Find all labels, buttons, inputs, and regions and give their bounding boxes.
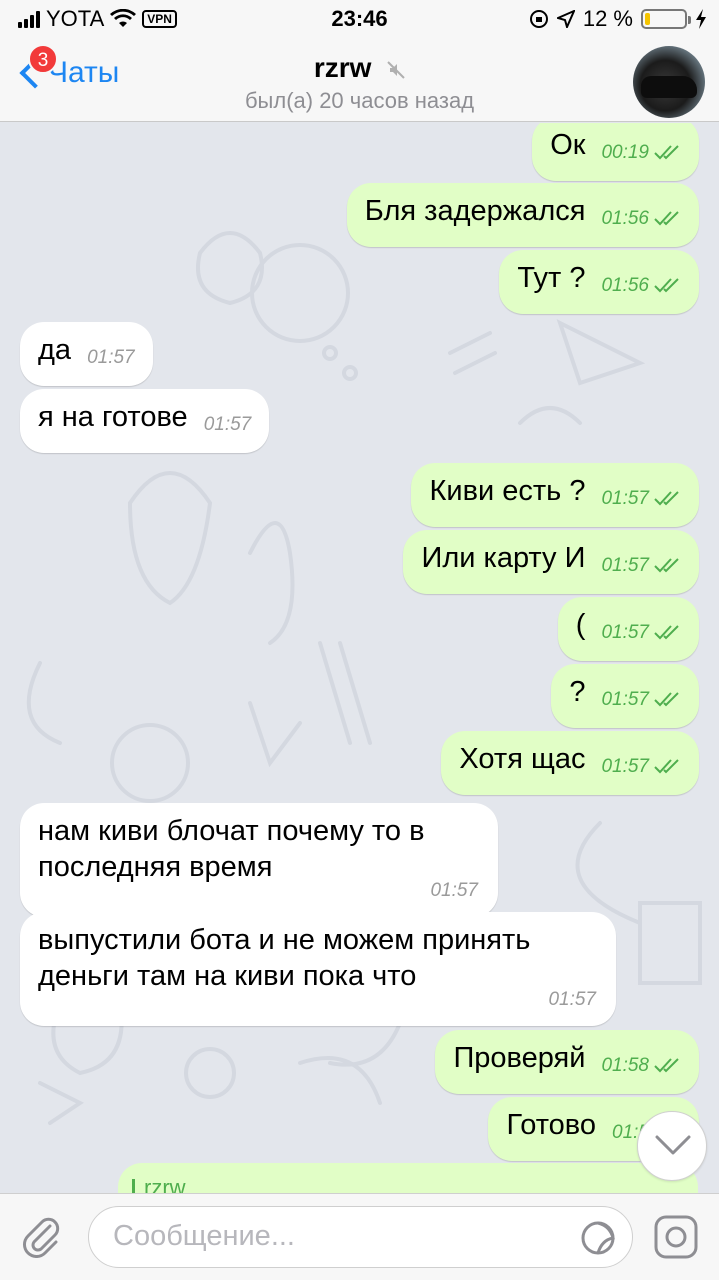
paperclip-icon[interactable] [20, 1216, 62, 1258]
message-time: 01:57 [601, 548, 681, 584]
message-text: Бля задержался [364, 195, 586, 227]
message-time-text: 01:57 [548, 989, 596, 1010]
double-check-icon [654, 145, 679, 160]
message-time-text: 01:56 [601, 275, 649, 296]
outgoing-message[interactable]: Хотя щас 01:57 [441, 731, 699, 795]
double-check-icon [654, 211, 679, 226]
double-check-icon [654, 491, 679, 506]
orientation-lock-icon [529, 10, 548, 28]
outgoing-message[interactable]: ? 01:57 [551, 664, 699, 728]
outgoing-message[interactable]: Бля задержался 01:56 [346, 183, 699, 247]
message-time: 01:56 [601, 201, 681, 237]
incoming-message[interactable]: я на готове 01:57 [20, 389, 270, 453]
message-text: Или карту И [421, 542, 586, 574]
message-time: 01:57 [601, 481, 681, 517]
message-time-text: 01:57 [203, 414, 252, 435]
message-text: Тут ? [517, 262, 586, 294]
chat-header: Чаты 3 rzrw был(а) 20 часов назад [0, 40, 719, 122]
message-time-text: 01:57 [601, 689, 649, 710]
incoming-message[interactable]: нам киви блочат почему то в последняя вр… [20, 803, 498, 917]
message-time: 01:57 [204, 407, 252, 443]
message-time-text: 01:57 [601, 488, 649, 509]
partial-message-bubble[interactable]: rzrw [118, 1163, 698, 1193]
message-time: 01:57 [430, 873, 478, 909]
double-check-icon [654, 558, 679, 573]
chat-title[interactable]: rzrw [0, 52, 719, 84]
message-text: нам киви блочат почему то в последняя вр… [38, 815, 425, 883]
outgoing-message[interactable]: Тут ? 01:56 [499, 250, 699, 314]
outgoing-message[interactable]: Киви есть ? 01:57 [411, 463, 699, 527]
charging-icon [696, 9, 706, 29]
message-time-text: 01:57 [601, 756, 649, 777]
message-time: 01:56 [601, 268, 681, 304]
sticker-icon[interactable] [580, 1220, 616, 1256]
message-time-text: 01:56 [601, 208, 649, 229]
camera-icon[interactable] [653, 1214, 699, 1260]
double-check-icon [654, 692, 679, 707]
message-text: ( [575, 609, 586, 641]
message-text: Готово [506, 1109, 597, 1141]
message-field[interactable] [88, 1206, 633, 1268]
message-time-text: 01:57 [601, 622, 649, 643]
double-check-icon [654, 625, 679, 640]
message-time-text: 00:19 [601, 142, 649, 163]
composer-bar [0, 1193, 719, 1280]
message-time: 00:19 [601, 135, 681, 171]
message-text: Киви есть ? [429, 475, 586, 507]
reply-indicator [132, 1179, 135, 1193]
incoming-message[interactable]: да 01:57 [20, 322, 153, 386]
message-time: 01:57 [601, 749, 681, 785]
message-time-text: 01:57 [87, 347, 135, 368]
message-text: Хотя щас [459, 743, 586, 775]
message-list[interactable]: Ок 00:19 Бля задержался 01:56 Тут ? 01:56 да 01… [0, 123, 719, 1193]
message-time: 01:57 [548, 982, 596, 1018]
battery-percent: 12 % [582, 6, 633, 31]
muted-icon [387, 60, 405, 79]
message-text: Ок [550, 129, 586, 161]
message-time-text: 01:57 [601, 555, 649, 576]
message-text: я на готове [38, 401, 188, 433]
message-time: 01:57 [601, 682, 681, 718]
message-time-text: 01:57 [430, 880, 478, 901]
outgoing-message[interactable]: Проверяй 01:58 [435, 1030, 699, 1094]
last-seen-status: был(а) 20 часов назад [244, 88, 475, 113]
message-text: да [38, 334, 72, 366]
message-time: 01:57 [601, 615, 681, 651]
status-bar: YOTA VPN 23:46 12 % [0, 0, 719, 40]
message-time-text: 01:58 [601, 1055, 649, 1076]
double-check-icon [654, 1058, 679, 1073]
message-input[interactable] [113, 1220, 553, 1253]
message-text: выпустили бота и не можем принять деньги… [38, 924, 531, 992]
incoming-message[interactable]: выпустили бота и не можем принять деньги… [20, 912, 616, 1026]
battery-icon [641, 9, 691, 29]
double-check-icon [654, 759, 679, 774]
battery-level [645, 13, 650, 25]
status-right: 12 % [529, 6, 707, 32]
message-text: ? [569, 676, 586, 708]
reply-author: rzrw [144, 1175, 186, 1193]
contact-name: rzrw [313, 52, 372, 83]
message-time: 01:57 [87, 340, 135, 376]
double-check-icon [654, 278, 679, 293]
outgoing-message[interactable]: (01:57 [557, 597, 699, 661]
chevron-down-icon [655, 1135, 691, 1155]
outgoing-message[interactable]: Ок 00:19 [532, 123, 699, 181]
location-icon [556, 10, 575, 28]
scroll-to-bottom-button[interactable] [637, 1111, 707, 1181]
message-time: 01:58 [601, 1048, 681, 1084]
message-text: Проверяй [453, 1042, 586, 1074]
avatar[interactable] [633, 46, 705, 118]
outgoing-message[interactable]: Или карту И 01:57 [403, 530, 699, 594]
